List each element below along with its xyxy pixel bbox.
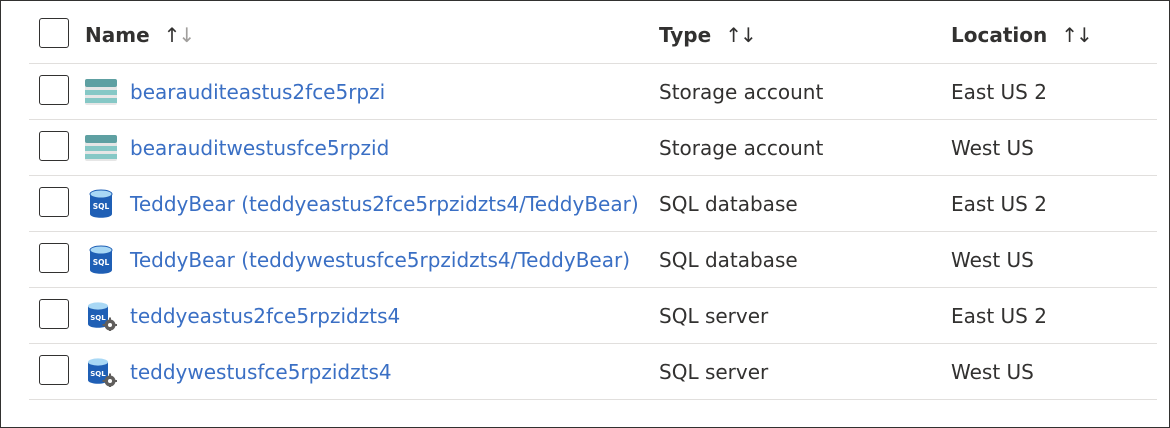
table-row[interactable]: bearauditeastus2fce5rpzi Storage account…: [29, 64, 1157, 120]
column-header-location-label: Location: [951, 22, 1048, 47]
resource-location: West US: [951, 359, 1034, 384]
sql-database-icon: SQL: [85, 245, 117, 275]
resource-location: West US: [951, 247, 1034, 272]
resource-type: SQL server: [659, 303, 769, 328]
sql-database-icon: SQL: [85, 189, 117, 219]
sort-up-arrow: ↑: [1061, 22, 1078, 47]
resource-type: SQL server: [659, 359, 769, 384]
storage-account-icon: [85, 77, 117, 107]
sort-down-arrow: ↓: [178, 22, 195, 47]
row-checkbox[interactable]: [39, 187, 69, 217]
resource-type: SQL database: [659, 191, 798, 216]
column-header-type-label: Type: [659, 22, 712, 47]
resource-location: East US 2: [951, 303, 1047, 328]
sort-name-icon[interactable]: ↑↓: [163, 22, 196, 47]
sql-icon-label: SQL: [93, 258, 110, 267]
table-row[interactable]: SQL teddywestusfce5rpzidzts4 SQL server …: [29, 344, 1157, 400]
resource-link[interactable]: teddyeastus2fce5rpzidzts4: [130, 288, 400, 343]
row-checkbox[interactable]: [39, 243, 69, 273]
sort-location-icon[interactable]: ↑↓: [1061, 22, 1093, 47]
grid-header-row: Name ↑↓ Type ↑↓ Location ↑↓: [29, 6, 1157, 64]
resource-location: East US 2: [951, 191, 1047, 216]
row-checkbox[interactable]: [39, 75, 69, 105]
resource-link[interactable]: TeddyBear (teddyeastus2fce5rpzidzts4/Ted…: [130, 176, 639, 231]
row-checkbox[interactable]: [39, 355, 69, 385]
sql-server-icon: SQL: [85, 301, 117, 331]
resource-list-panel: Name ↑↓ Type ↑↓ Location ↑↓ bearauditeas…: [0, 0, 1170, 428]
sort-type-icon[interactable]: ↑↓: [725, 22, 757, 47]
resource-link[interactable]: teddywestusfce5rpzidzts4: [130, 344, 392, 399]
resource-type: Storage account: [659, 135, 824, 160]
sort-up-arrow: ↑: [725, 22, 742, 47]
column-header-name-label: Name: [85, 22, 150, 47]
row-checkbox[interactable]: [39, 299, 69, 329]
row-checkbox[interactable]: [39, 131, 69, 161]
resource-link[interactable]: bearauditeastus2fce5rpzi: [130, 64, 385, 119]
table-row[interactable]: SQL TeddyBear (teddywestusfce5rpzidzts4/…: [29, 232, 1157, 288]
resource-location: East US 2: [951, 79, 1047, 104]
sql-icon-label: SQL: [93, 202, 110, 211]
table-row[interactable]: bearauditwestusfce5rpzid Storage account…: [29, 120, 1157, 176]
table-row[interactable]: SQL TeddyBear (teddyeastus2fce5rpzidzts4…: [29, 176, 1157, 232]
sort-up-arrow: ↑: [163, 22, 181, 47]
sql-server-icon: SQL: [85, 357, 117, 387]
table-row[interactable]: SQL teddyeastus2fce5rpzidzts4 SQL server…: [29, 288, 1157, 344]
resource-location: West US: [951, 135, 1034, 160]
resource-grid: Name ↑↓ Type ↑↓ Location ↑↓ bearauditeas…: [29, 6, 1157, 400]
sort-down-arrow: ↓: [739, 22, 757, 47]
resource-type: Storage account: [659, 79, 824, 104]
column-header-name[interactable]: Name ↑↓: [85, 6, 196, 63]
select-all-checkbox[interactable]: [39, 18, 69, 48]
resource-type: SQL database: [659, 247, 798, 272]
column-header-type[interactable]: Type ↑↓: [659, 6, 757, 63]
sql-icon-label: SQL: [90, 370, 106, 378]
resource-link[interactable]: TeddyBear (teddywestusfce5rpzidzts4/Tedd…: [130, 232, 630, 287]
column-header-location[interactable]: Location ↑↓: [951, 6, 1093, 63]
storage-account-icon: [85, 133, 117, 163]
resource-link[interactable]: bearauditwestusfce5rpzid: [130, 120, 389, 175]
sql-icon-label: SQL: [90, 314, 106, 322]
sort-down-arrow: ↓: [1076, 22, 1093, 47]
